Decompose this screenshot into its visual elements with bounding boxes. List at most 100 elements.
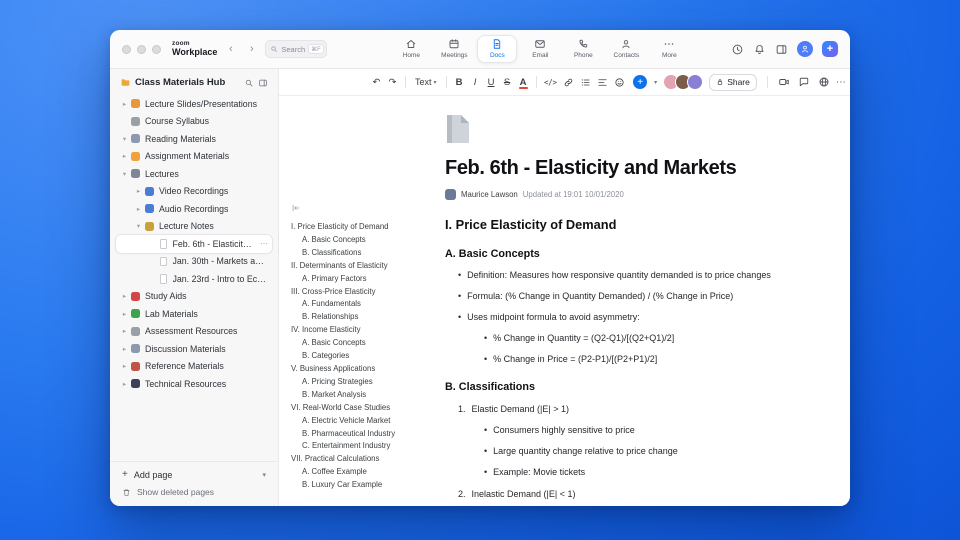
minimize-button[interactable] [137, 44, 146, 54]
sidebar-item[interactable]: ▸ Lab Materials [116, 305, 272, 323]
global-search[interactable]: Search ⌘F [265, 40, 328, 58]
sidebar-item[interactable]: ▾ Lectures [116, 165, 272, 183]
document-title[interactable]: Feb. 6th - Elasticity and Markets [445, 155, 847, 181]
bold-button[interactable]: B [452, 74, 467, 90]
insert-button[interactable]: + [633, 75, 648, 89]
forward-button[interactable]: › [244, 42, 259, 57]
outline-item[interactable]: A. Fundamentals [291, 298, 433, 311]
text-style-dropdown[interactable]: Text ▾ [411, 74, 441, 90]
bullet-list-button[interactable] [577, 74, 593, 90]
collapse-outline-icon[interactable] [291, 203, 301, 213]
sidebar-item[interactable]: ▸ Audio Recordings [116, 200, 272, 218]
sidebar-item[interactable]: ▸ Study Aids [116, 288, 272, 306]
presence-avatars[interactable] [663, 74, 704, 90]
sidebar-item[interactable]: ▾ Reading Materials [116, 130, 272, 148]
chevron-down-icon[interactable]: ▾ [120, 135, 129, 143]
tab-contacts[interactable]: Contacts [606, 35, 646, 63]
tab-home[interactable]: Home [391, 35, 431, 63]
outline-item[interactable]: V. Business Applications [291, 363, 433, 376]
chevron-down-icon[interactable]: ▾ [134, 222, 143, 230]
emoji-button[interactable] [611, 74, 627, 90]
notifications-icon[interactable] [753, 43, 766, 56]
language-icon[interactable] [818, 76, 830, 88]
outline-item[interactable]: B. Classifications [291, 247, 433, 260]
code-button[interactable]: </> [542, 74, 560, 90]
sidebar-item[interactable]: Feb. 6th - Elasticity and M... ⋯ [116, 235, 272, 253]
undo-button[interactable]: ↶ [369, 74, 384, 90]
add-button[interactable]: + [822, 41, 838, 57]
outline-item[interactable]: A. Basic Concepts [291, 337, 433, 350]
add-page-button[interactable]: + Add page ▾ [122, 469, 266, 480]
sidebar-item[interactable]: ▸ Lecture Slides/Presentations [116, 95, 272, 113]
sidebar-item[interactable]: Jan. 23rd - Intro to Econo... [116, 270, 272, 288]
chevron-right-icon[interactable]: ▸ [120, 345, 129, 353]
outline-item[interactable]: III. Cross-Price Elasticity [291, 286, 433, 299]
italic-button[interactable]: I [468, 74, 483, 90]
tab-more[interactable]: More [649, 35, 689, 63]
chevron-right-icon[interactable]: ▸ [120, 362, 129, 370]
outline-item[interactable]: VII. Practical Calculations [291, 453, 433, 466]
tab-meetings[interactable]: Meetings [434, 35, 474, 63]
outline-item[interactable]: B. Relationships [291, 311, 433, 324]
more-options-button[interactable]: ⋯ [836, 77, 847, 88]
outline-item[interactable]: B. Categories [291, 350, 433, 363]
outline-item[interactable]: B. Pharmaceutical Industry [291, 428, 433, 441]
sidebar-item[interactable]: ▸ Assignment Materials [116, 148, 272, 166]
chevron-down-icon[interactable]: ▾ [120, 170, 129, 178]
tab-phone[interactable]: Phone [563, 35, 603, 63]
outline-item[interactable]: B. Luxury Car Example [291, 479, 433, 492]
chevron-right-icon[interactable]: ▸ [120, 152, 129, 160]
outline-item[interactable]: A. Coffee Example [291, 466, 433, 479]
sidebar-item[interactable]: Jan. 30th - Markets and P... [116, 253, 272, 271]
outline-item[interactable]: C. Entertainment Industry [291, 440, 433, 453]
underline-button[interactable]: U [484, 74, 499, 90]
chevron-right-icon[interactable]: ▸ [120, 310, 129, 318]
back-button[interactable]: ‹ [223, 42, 238, 57]
chevron-right-icon[interactable]: ▸ [120, 100, 129, 108]
outline-item[interactable]: II. Determinants of Elasticity [291, 260, 433, 273]
chevron-right-icon[interactable]: ▸ [134, 205, 143, 213]
outline-item[interactable]: A. Electric Vehicle Market [291, 415, 433, 428]
comments-icon[interactable] [798, 76, 810, 88]
sidebar-item[interactable]: Course Syllabus [116, 113, 272, 131]
outline-item[interactable]: I. Price Elasticity of Demand [291, 221, 433, 234]
outline-item[interactable]: A. Pricing Strategies [291, 376, 433, 389]
sidebar-collapse-icon[interactable] [258, 78, 268, 88]
outline-item[interactable]: IV. Income Elasticity [291, 324, 433, 337]
sidebar-item[interactable]: ▾ Lecture Notes [116, 218, 272, 236]
align-button[interactable] [594, 74, 610, 90]
show-deleted-pages-button[interactable]: Show deleted pages [122, 487, 266, 497]
history-icon[interactable] [731, 43, 744, 56]
start-video-icon[interactable] [778, 76, 790, 88]
outline-item[interactable]: A. Primary Factors [291, 273, 433, 286]
sidebar-item[interactable]: ▸ Technical Resources [116, 375, 272, 393]
tab-docs[interactable]: Docs [477, 35, 518, 63]
share-button[interactable]: Share [709, 73, 757, 91]
outline-item[interactable]: VI. Real-World Case Studies [291, 402, 433, 415]
outline-item[interactable]: B. Market Analysis [291, 389, 433, 402]
link-button[interactable] [560, 74, 576, 90]
sidebar-search-icon[interactable] [244, 78, 254, 88]
sidebar-item[interactable]: ▸ Discussion Materials [116, 340, 272, 358]
close-button[interactable] [122, 44, 131, 54]
side-panel-icon[interactable] [775, 43, 788, 56]
sidebar-item[interactable]: ▸ Assessment Resources [116, 323, 272, 341]
presence-avatar[interactable] [687, 74, 704, 90]
document-canvas[interactable]: I. Price Elasticity of Demand A. Basic C… [279, 96, 850, 506]
maximize-button[interactable] [152, 44, 161, 54]
chevron-right-icon[interactable]: ▸ [120, 327, 129, 335]
chevron-right-icon[interactable]: ▸ [120, 380, 129, 388]
more-icon[interactable]: ⋯ [260, 239, 268, 248]
redo-button[interactable]: ↷ [385, 74, 400, 90]
tab-email[interactable]: Email [520, 35, 560, 63]
chevron-right-icon[interactable]: ▸ [120, 292, 129, 300]
strikethrough-button[interactable]: S [500, 74, 515, 90]
sidebar-item[interactable]: ▸ Video Recordings [116, 183, 272, 201]
insert-menu-button[interactable]: ▾ [648, 74, 663, 90]
chevron-down-icon[interactable]: ▾ [262, 471, 266, 479]
sidebar-item[interactable]: ▸ Reference Materials [116, 358, 272, 376]
user-avatar[interactable] [797, 41, 813, 57]
document-body[interactable]: I. Price Elasticity of Demand A. Basic C… [445, 217, 847, 500]
text-color-button[interactable]: A [516, 74, 531, 90]
chevron-right-icon[interactable]: ▸ [134, 187, 143, 195]
